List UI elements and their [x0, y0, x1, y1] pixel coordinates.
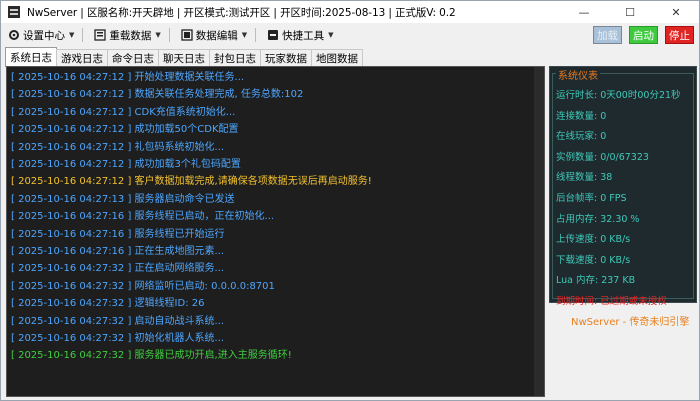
log-tabs: 系统日志 游戏日志 命令日志 聊天日志 封包日志 玩家数据 地图数据: [5, 47, 363, 67]
log-line: [ 2025-10-16 04:27:16 ] 正在生成地图元素...: [11, 246, 225, 257]
tools-icon: [268, 30, 279, 40]
tab-packet-log[interactable]: 封包日志: [209, 49, 261, 67]
log-line: [ 2025-10-16 04:27:32 ] 启动自动战斗系统...: [11, 315, 225, 327]
database-icon: [181, 29, 193, 41]
toolbar-separator: [168, 28, 170, 42]
reload-data-button[interactable]: 重载数据 ▼: [90, 25, 164, 45]
settings-center-label: 设置中心: [23, 29, 65, 42]
monitor-row: 实例数量: 0/0/67323: [556, 151, 649, 163]
toolbar-separator: [82, 28, 84, 42]
monitor-row: 上传速度: 0 KB/s: [556, 234, 631, 246]
monitor-row: 占用内存: 32.30 %: [556, 213, 640, 225]
log-line: [ 2025-10-16 04:27:12 ] 开始处理数据关联任务...: [11, 72, 245, 83]
monitor-row: 下载速度: 0 KB/s: [556, 254, 631, 266]
monitor-row: 在线玩家: 0: [556, 131, 607, 143]
monitor-row: 线程数量: 38: [556, 172, 613, 184]
tab-game-log[interactable]: 游戏日志: [56, 49, 108, 67]
data-edit-button[interactable]: 数据编辑 ▼: [177, 25, 251, 45]
log-line: [ 2025-10-16 04:27:16 ] 服务线程已启动，正在初始化...: [11, 211, 275, 223]
data-edit-label: 数据编辑: [195, 29, 238, 42]
monitor-row: 运行时长: 0天00时00分21秒: [556, 90, 681, 101]
log-line: [ 2025-10-16 04:27:12 ] 客户数据加载完成,请确保各项数据…: [11, 176, 372, 188]
stop-button[interactable]: 停止: [665, 26, 694, 44]
brand-area: NwServer - 传奇未归引擎: [549, 305, 697, 397]
log-line: [ 2025-10-16 04:27:12 ] 成功加载50个CDK配置: [11, 124, 239, 136]
log-line: [ 2025-10-16 04:27:32 ] 初始化机器人系统...: [11, 333, 225, 344]
chevron-down-icon: ▼: [69, 31, 75, 39]
log-line: [ 2025-10-16 04:27:12 ] 礼包码系统初始化...: [11, 141, 225, 153]
quick-tools-button[interactable]: 快捷工具 ▼: [263, 25, 337, 45]
system-log-panel[interactable]: [ 2025-10-16 04:27:12 ] 开始处理数据关联任务... [ 2…: [6, 66, 545, 397]
toolbar-separator: [255, 28, 257, 42]
gear-icon: [9, 30, 19, 40]
tab-system-log[interactable]: 系统日志: [5, 47, 57, 67]
monitor-title: 系统仪表: [556, 67, 600, 82]
close-button[interactable]: ✕: [653, 1, 699, 23]
log-line: [ 2025-10-16 04:27:32 ] 服务器已成功开启,进入主服务循环…: [11, 350, 292, 362]
log-scrollbar[interactable]: [534, 67, 544, 396]
tab-player-data[interactable]: 玩家数据: [260, 49, 312, 67]
maximize-button[interactable]: ☐: [607, 1, 653, 23]
tab-chat-log[interactable]: 聊天日志: [158, 49, 210, 67]
settings-center-button[interactable]: 设置中心 ▼: [4, 25, 78, 45]
log-line: [ 2025-10-16 04:27:32 ] 正在启动网络服务...: [11, 263, 225, 275]
chevron-down-icon: ▼: [241, 31, 248, 39]
window-title: NwServer | 区服名称:开天辟地 | 开区模式:测试开区 | 开区时间:…: [27, 6, 456, 19]
monitor-row: 后台帧率: 0 FPS: [556, 193, 627, 204]
title-bar: NwServer | 区服名称:开天辟地 | 开区模式:测试开区 | 开区时间:…: [1, 1, 699, 23]
load-button[interactable]: 加载: [593, 26, 622, 44]
log-line: [ 2025-10-16 04:27:32 ] 逻辑线程ID: 26: [11, 298, 205, 310]
reload-icon: [94, 29, 107, 41]
log-line: [ 2025-10-16 04:27:12 ] CDK充值系统初始化...: [11, 106, 236, 118]
system-monitor-panel: 系统仪表 运行时长: 0天00时00分21秒 连接数量: 0 在线玩家: 0 实例数量…: [549, 66, 697, 307]
log-line: [ 2025-10-16 04:27:16 ] 服务线程已开始运行: [11, 228, 225, 240]
app-icon: [8, 6, 20, 18]
reload-data-label: 重载数据: [109, 29, 152, 42]
chevron-down-icon: ▼: [155, 31, 161, 39]
log-line: [ 2025-10-16 04:27:12 ] 数据关联任务处理完成, 任务总数…: [11, 89, 304, 101]
monitor-row: 连接数量: 0: [556, 110, 607, 122]
log-line: [ 2025-10-16 04:27:13 ] 服务器启动命令已发送: [11, 193, 235, 205]
chevron-down-icon: ▼: [328, 31, 334, 39]
quick-tools-label: 快捷工具: [282, 29, 325, 42]
log-line: [ 2025-10-16 04:27:12 ] 成功加载3个礼包码配置: [11, 159, 241, 170]
tab-command-log[interactable]: 命令日志: [107, 49, 159, 67]
monitor-row: Lua 内存: 237 KB: [556, 275, 636, 287]
brand-text: NwServer - 传奇未归引擎: [571, 317, 690, 328]
minimize-button[interactable]: —: [561, 1, 607, 23]
app-window: NwServer | 区服名称:开天辟地 | 开区模式:测试开区 | 开区时间:…: [0, 0, 700, 401]
tab-map-data[interactable]: 地图数据: [311, 49, 363, 67]
start-button[interactable]: 启动: [629, 26, 658, 44]
log-line: [ 2025-10-16 04:27:32 ] 网络监听已启动: 0.0.0.0…: [11, 280, 275, 292]
